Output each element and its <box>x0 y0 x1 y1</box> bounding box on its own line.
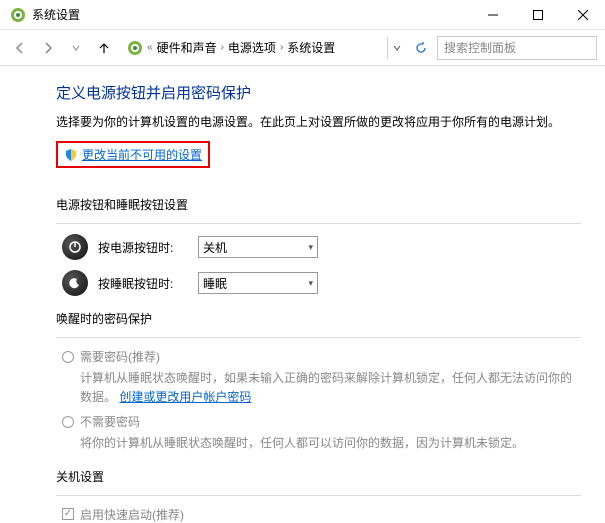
sleep-button-select[interactable]: 睡眠▾ <box>198 272 318 294</box>
no-password-radio[interactable]: 不需要密码 <box>62 413 581 430</box>
navbar: « 硬件和声音 › 电源选项 › 系统设置 搜索控制面板 <box>0 30 605 66</box>
page-description: 选择要为你的计算机设置的电源设置。在此页上对设置所做的更改将应用于你所有的电源计… <box>56 113 581 131</box>
maximize-button[interactable] <box>515 0 560 30</box>
page-title: 定义电源按钮并启用密码保护 <box>56 82 581 103</box>
divider <box>56 337 581 338</box>
checkbox-icon <box>62 508 74 520</box>
power-button-row: 按电源按钮时: 关机▾ <box>56 234 581 260</box>
change-unavailable-settings-link[interactable]: 更改当前不可用的设置 <box>56 141 210 168</box>
content-area: 定义电源按钮并启用密码保护 选择要为你的计算机设置的电源设置。在此页上对设置所做… <box>0 66 605 523</box>
window-title: 系统设置 <box>32 6 470 23</box>
change-unavailable-settings-text[interactable]: 更改当前不可用的设置 <box>82 146 202 163</box>
chevron-right-icon: › <box>280 42 283 53</box>
radio-icon <box>62 351 74 363</box>
history-dropdown[interactable] <box>64 36 88 60</box>
back-button[interactable] <box>8 36 32 60</box>
power-options-icon <box>10 7 26 23</box>
radio-icon <box>62 416 74 428</box>
power-options-icon <box>127 40 143 56</box>
shutdown-section-label: 关机设置 <box>56 468 581 485</box>
chevron-down-icon: ▾ <box>308 242 313 253</box>
no-password-desc: 将你的计算机从睡眠状态唤醒时，任何人都可以访问你的数据，因为计算机未锁定。 <box>80 434 581 453</box>
power-icon <box>62 234 88 260</box>
sleep-icon <box>62 270 88 296</box>
chevron-right-icon: « <box>147 42 153 53</box>
breadcrumb[interactable]: « 硬件和声音 › 电源选项 › 系统设置 <box>120 36 383 60</box>
power-button-label: 按电源按钮时: <box>98 239 188 256</box>
create-change-password-link[interactable]: 创建或更改用户帐户密码 <box>119 390 251 404</box>
sleep-button-row: 按睡眠按钮时: 睡眠▾ <box>56 270 581 296</box>
require-password-radio[interactable]: 需要密码(推荐) <box>62 348 581 365</box>
button-section-label: 电源按钮和睡眠按钮设置 <box>56 196 581 213</box>
forward-button[interactable] <box>36 36 60 60</box>
breadcrumb-item[interactable]: 电源选项 <box>228 39 276 56</box>
chevron-down-icon: ▾ <box>308 278 313 289</box>
divider <box>56 495 581 496</box>
refresh-button[interactable] <box>409 36 433 60</box>
sleep-button-label: 按睡眠按钮时: <box>98 275 188 292</box>
breadcrumb-dropdown[interactable] <box>387 37 405 59</box>
divider <box>56 223 581 224</box>
titlebar: 系统设置 <box>0 0 605 30</box>
breadcrumb-item[interactable]: 硬件和声音 <box>157 39 217 56</box>
password-section-label: 唤醒时的密码保护 <box>56 310 581 327</box>
fast-startup-checkbox[interactable]: 启用快速启动(推荐) <box>62 506 581 523</box>
search-input[interactable]: 搜索控制面板 <box>437 36 597 60</box>
minimize-button[interactable] <box>470 0 515 30</box>
power-button-select[interactable]: 关机▾ <box>198 236 318 258</box>
breadcrumb-item[interactable]: 系统设置 <box>287 39 335 56</box>
shield-icon <box>64 148 78 162</box>
up-button[interactable] <box>92 36 116 60</box>
require-password-desc: 计算机从睡眠状态唤醒时，如果未输入正确的密码来解除计算机锁定，任何人都无法访问你… <box>80 369 581 407</box>
close-button[interactable] <box>560 0 605 30</box>
chevron-right-icon: › <box>221 42 224 53</box>
